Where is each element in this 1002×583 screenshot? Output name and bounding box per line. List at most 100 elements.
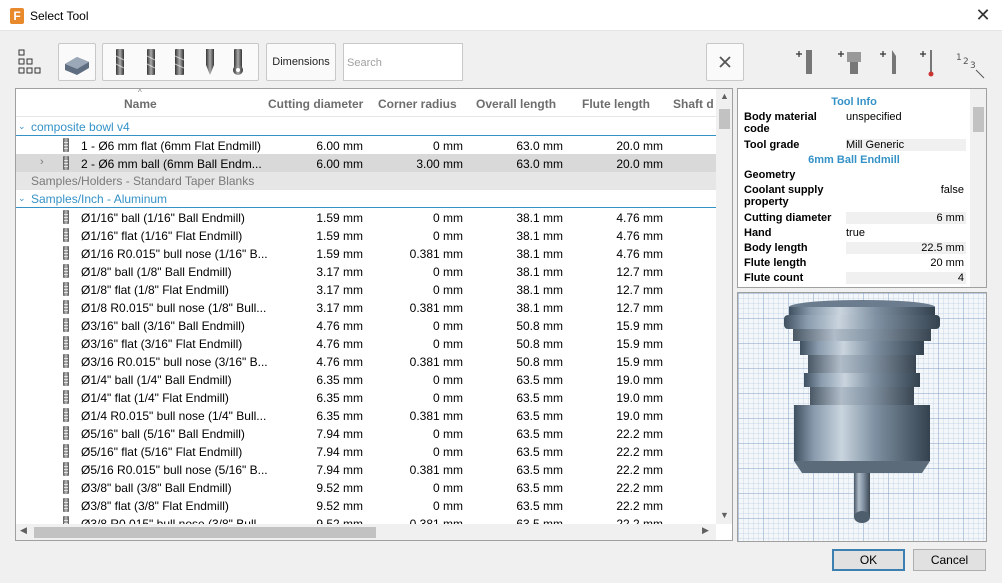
scroll-right-icon[interactable]: ▶ xyxy=(702,525,709,536)
flute-length-value: 4.76 mm xyxy=(616,229,663,243)
flute-length-value: 22.2 mm xyxy=(616,499,663,513)
corner-radius-value: 0.381 mm xyxy=(409,301,463,315)
overall-length-value: 63.5 mm xyxy=(516,445,563,459)
tool-name: Ø3/16 R0.015" bull nose (3/16" B... xyxy=(81,355,268,369)
vertical-scrollbar[interactable]: ▲ ▼ xyxy=(716,89,732,524)
tool-preview[interactable] xyxy=(737,292,987,542)
tool-row[interactable]: Ø3/16" ball (3/16" Ball Endmill) 4.76 mm 0… xyxy=(16,316,716,334)
info-key: Cutting diameter xyxy=(744,212,832,224)
add-turning-tool-icon[interactable] xyxy=(874,44,910,82)
group-row[interactable]: ⌄ Samples/Inch - Aluminum xyxy=(16,190,716,208)
tool-tree[interactable]: ^ Name Cutting diameter Corner radius Ov… xyxy=(15,88,733,541)
corner-radius-value: 0.381 mm xyxy=(409,409,463,423)
tool-row[interactable]: Ø3/16" flat (3/16" Flat Endmill) 4.76 mm 0… xyxy=(16,334,716,352)
tool-row[interactable]: Ø1/4" flat (1/4" Flat Endmill) 6.35 mm 0 m… xyxy=(16,388,716,406)
window-close-button[interactable]: ✕ xyxy=(973,5,993,25)
tool-row[interactable]: Ø1/4" ball (1/4" Ball Endmill) 6.35 mm 0 m… xyxy=(16,370,716,388)
group-row[interactable]: ⌄ composite bowl v4 xyxy=(16,118,716,136)
endmill-icon xyxy=(63,246,69,260)
corner-radius-value: 0.381 mm xyxy=(409,247,463,261)
tool-type-filter-group[interactable] xyxy=(102,43,259,81)
info-key: Geometry xyxy=(744,169,796,181)
add-tool-icon[interactable] xyxy=(790,44,826,82)
close-icon xyxy=(719,56,731,68)
info-scrollbar[interactable] xyxy=(970,89,986,287)
endmill-icon xyxy=(63,462,69,476)
overall-length-value: 63.5 mm xyxy=(516,409,563,423)
flute-length-value: 12.7 mm xyxy=(616,265,663,279)
info-row: Tool grade Mill Generic xyxy=(744,139,966,152)
corner-radius-value: 0 mm xyxy=(433,427,463,441)
tool-row[interactable]: Ø1/4 R0.015" bull nose (1/4" Bull... 6.35… xyxy=(16,406,716,424)
holder-filter-button[interactable] xyxy=(58,43,96,81)
tool-row[interactable]: Ø1/8" ball (1/8" Ball Endmill) 3.17 mm 0 m… xyxy=(16,262,716,280)
ok-button[interactable]: OK xyxy=(832,549,905,571)
scroll-down-icon[interactable]: ▼ xyxy=(716,510,732,520)
collapse-icon[interactable]: ⌄ xyxy=(18,193,26,204)
tool-name: Ø3/8" flat (3/8" Flat Endmill) xyxy=(81,499,229,513)
column-overall-length[interactable]: Overall length xyxy=(476,97,556,111)
tool-name: Ø5/16" ball (5/16" Ball Endmill) xyxy=(81,427,245,441)
tool-row[interactable]: Ø3/8" flat (3/8" Flat Endmill) 9.52 mm 0 m… xyxy=(16,496,716,514)
scroll-up-icon[interactable]: ▲ xyxy=(716,91,732,101)
tree-view-button[interactable] xyxy=(14,43,50,81)
horizontal-scrollbar[interactable]: ◀ ▶ xyxy=(16,524,716,540)
corner-radius-value: 0 mm xyxy=(433,229,463,243)
group-row[interactable]: Samples/Holders - Standard Taper Blanks xyxy=(16,172,716,190)
tool-name: Ø1/4" flat (1/4" Flat Endmill) xyxy=(81,391,229,405)
right-toolbar: 1 2 3 xyxy=(790,44,990,82)
scroll-left-icon[interactable]: ◀ xyxy=(20,525,27,536)
cancel-button[interactable]: Cancel xyxy=(913,549,986,571)
tool-row[interactable]: Ø5/16" flat (5/16" Flat Endmill) 7.94 mm 0… xyxy=(16,442,716,460)
tool-row[interactable]: Ø1/8" flat (1/8" Flat Endmill) 3.17 mm 0 m… xyxy=(16,280,716,298)
scroll-thumb[interactable] xyxy=(719,109,730,129)
overall-length-value: 63.5 mm xyxy=(516,373,563,387)
corner-radius-value: 0 mm xyxy=(433,337,463,351)
overall-length-value: 38.1 mm xyxy=(516,247,563,261)
tool-row[interactable]: › 2 - Ø6 mm ball (6mm Ball Endm... 6.00 mm… xyxy=(16,154,716,172)
cutting-diameter-value: 1.59 mm xyxy=(316,229,363,243)
column-cutting-diameter[interactable]: Cutting diameter xyxy=(268,97,363,111)
renumber-icon[interactable]: 1 2 3 xyxy=(954,44,990,82)
chevron-right-icon[interactable]: › xyxy=(40,156,44,168)
tool-row[interactable]: Ø5/16 R0.015" bull nose (5/16" B... 7.94 … xyxy=(16,460,716,478)
dimensions-button[interactable]: Dimensions xyxy=(266,43,336,81)
column-corner-radius[interactable]: Corner radius xyxy=(378,97,457,111)
tool-name: Ø1/16" ball (1/16" Ball Endmill) xyxy=(81,211,245,225)
tool-row[interactable]: Ø5/16" ball (5/16" Ball Endmill) 7.94 mm 0… xyxy=(16,424,716,442)
column-name[interactable]: Name xyxy=(124,97,157,111)
overall-length-value: 38.1 mm xyxy=(516,229,563,243)
tree-rows: ⌄ composite bowl v4 1 - Ø6 mm flat (6mm … xyxy=(16,118,716,532)
add-probe-icon[interactable] xyxy=(914,44,950,82)
flute-length-value: 15.9 mm xyxy=(616,355,663,369)
tool-row[interactable]: Ø3/16 R0.015" bull nose (3/16" B... 4.76 … xyxy=(16,352,716,370)
add-holder-icon[interactable] xyxy=(832,44,868,82)
flute-length-value: 22.2 mm xyxy=(616,463,663,477)
info-row: Body length 22.5 mm xyxy=(744,242,966,255)
column-shaft-diameter[interactable]: Shaft d xyxy=(673,97,714,111)
tool-name: Ø5/16 R0.015" bull nose (5/16" B... xyxy=(81,463,268,477)
column-flute-length[interactable]: Flute length xyxy=(582,97,650,111)
tool-row[interactable]: Ø3/8" ball (3/8" Ball Endmill) 9.52 mm 0 m… xyxy=(16,478,716,496)
endmill-icon xyxy=(63,300,69,314)
tool-row[interactable]: 1 - Ø6 mm flat (6mm Flat Endmill) 6.00 mm… xyxy=(16,136,716,154)
tool-row[interactable]: Ø1/16 R0.015" bull nose (1/16" B... 1.59 … xyxy=(16,244,716,262)
scroll-thumb[interactable] xyxy=(34,527,376,538)
cutting-diameter-value: 6.35 mm xyxy=(316,409,363,423)
column-header: ^ Name Cutting diameter Corner radius Ov… xyxy=(16,89,716,117)
tool-row[interactable]: Ø1/8 R0.015" bull nose (1/8" Bull... 3.17… xyxy=(16,298,716,316)
search-input[interactable]: Search xyxy=(343,43,463,81)
endmill-icon xyxy=(63,210,69,224)
tool-row[interactable]: Ø1/16" flat (1/16" Flat Endmill) 1.59 mm 0… xyxy=(16,226,716,244)
tool-row[interactable]: Ø1/16" ball (1/16" Ball Endmill) 1.59 mm 0… xyxy=(16,208,716,226)
clear-filter-button[interactable] xyxy=(706,43,744,81)
collapse-icon[interactable]: ⌄ xyxy=(18,121,26,132)
tool-name: Ø1/16" flat (1/16" Flat Endmill) xyxy=(81,229,243,243)
app-logo-icon: F xyxy=(10,8,24,24)
tool-info-panel: Tool Info Body material code unspecified… xyxy=(737,88,987,288)
window-title: Select Tool xyxy=(30,9,89,23)
scroll-thumb[interactable] xyxy=(973,107,984,132)
tool-assembly-preview-icon xyxy=(784,300,940,523)
info-key: Body material code xyxy=(744,111,817,135)
cutting-diameter-value: 1.59 mm xyxy=(316,247,363,261)
